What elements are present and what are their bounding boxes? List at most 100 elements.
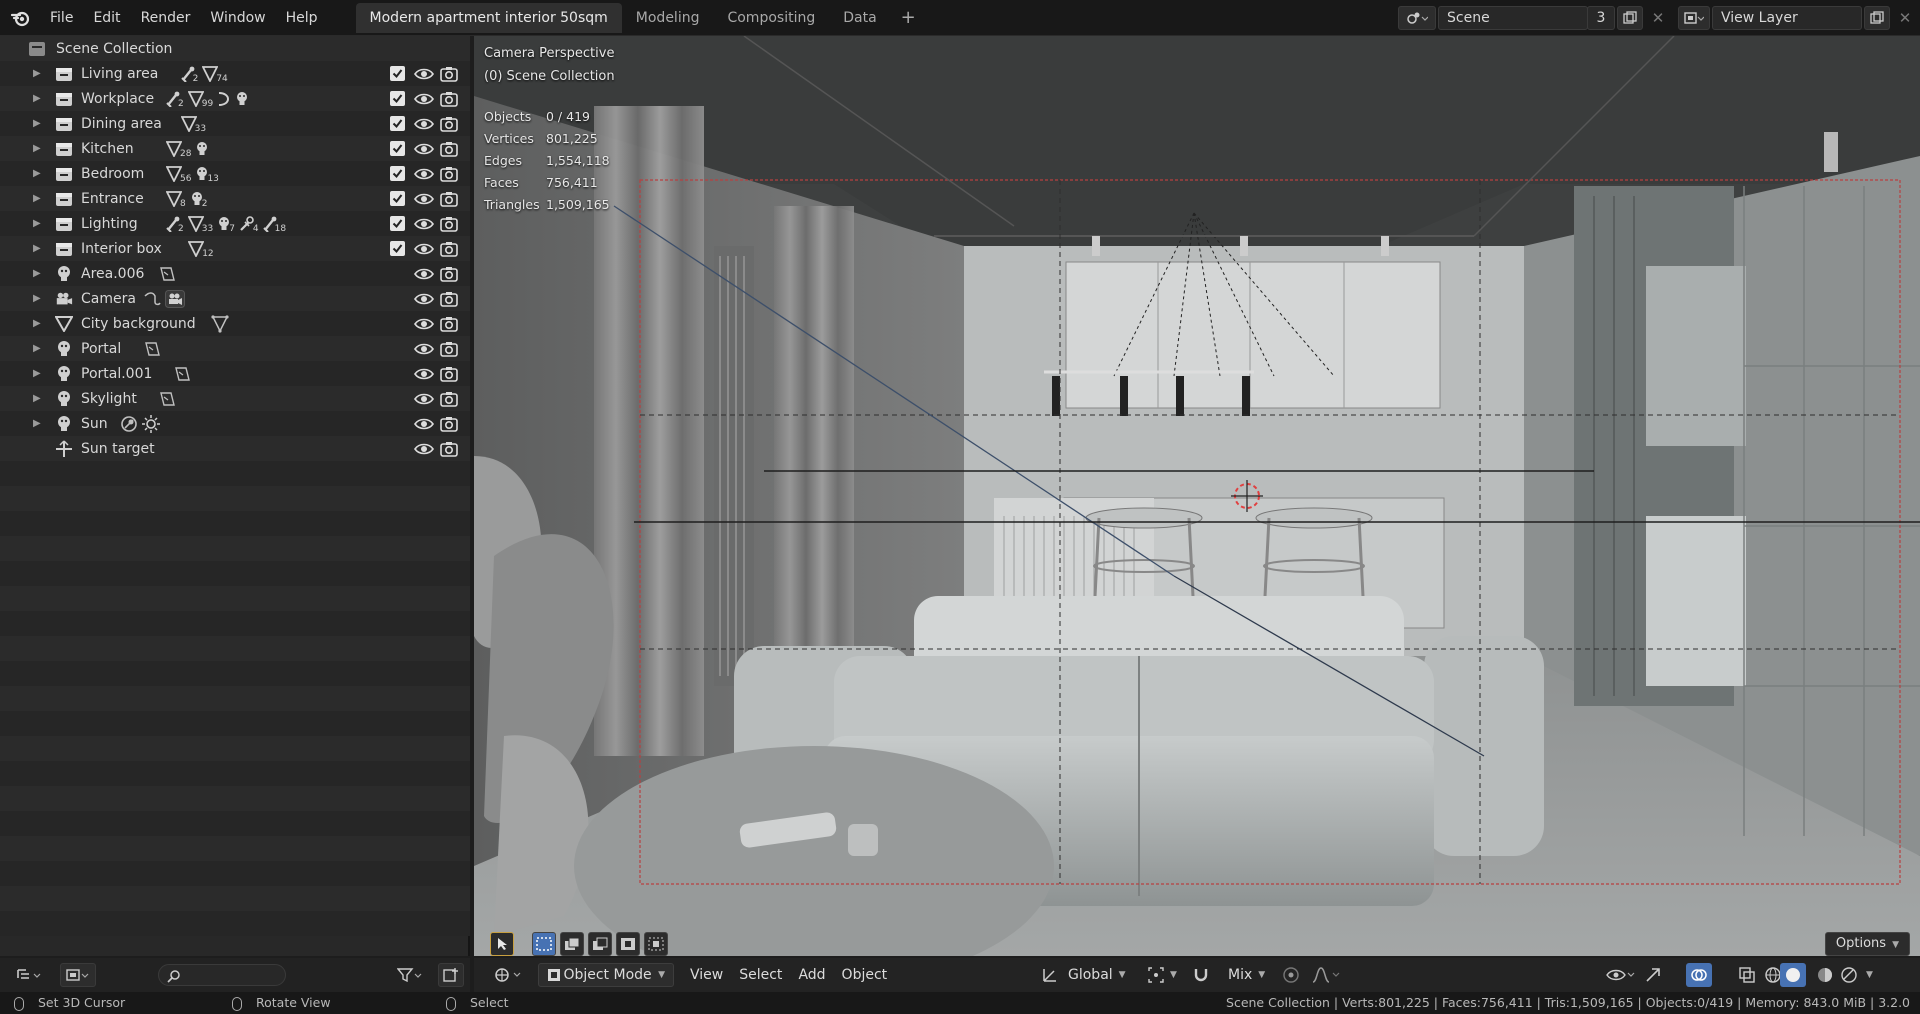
render-camera-icon[interactable] — [440, 216, 458, 232]
proportional-editing-toggle[interactable] — [1274, 963, 1308, 987]
select-extend-button[interactable] — [560, 932, 584, 956]
eye-icon[interactable] — [414, 241, 434, 257]
delete-view-layer-button[interactable]: ✕ — [1892, 6, 1918, 30]
outliner-search-input[interactable] — [158, 964, 286, 986]
mesh-icon[interactable]: 12 — [188, 240, 214, 259]
constraint-icon[interactable] — [143, 291, 161, 307]
armature-icon[interactable]: 2 — [180, 66, 198, 84]
add-workspace-button[interactable]: + — [891, 7, 926, 28]
mesh-icon[interactable]: 28 — [166, 140, 191, 159]
render-camera-icon[interactable] — [440, 166, 458, 182]
gizmo-toggle[interactable] — [1636, 963, 1670, 987]
tab-modeling[interactable]: Modeling — [622, 3, 714, 33]
light-icon[interactable]: 7 — [217, 216, 235, 234]
exclude-checkbox[interactable] — [390, 166, 405, 181]
eye-icon[interactable] — [414, 266, 434, 282]
expand-arrow-icon[interactable]: ▶ — [33, 118, 41, 129]
object-mode-dropdown[interactable]: Object Mode ▼ — [538, 963, 674, 987]
shading-options-dropdown[interactable]: ▼ — [1858, 963, 1881, 987]
blender-logo-icon[interactable] — [0, 0, 40, 36]
tab-modern-apartment[interactable]: Modern apartment interior 50sqm — [355, 2, 622, 33]
viewport-options-button[interactable]: Options ▼ — [1824, 932, 1910, 956]
light-icon[interactable] — [235, 91, 249, 107]
tab-data[interactable]: Data — [829, 3, 890, 33]
expand-arrow-icon[interactable]: ▶ — [33, 318, 41, 329]
new-collection-button[interactable] — [438, 963, 464, 987]
menu-edit[interactable]: Edit — [83, 0, 130, 36]
select-new-button[interactable] — [532, 932, 556, 956]
expand-arrow-icon[interactable]: ▶ — [33, 168, 41, 179]
sun-icon[interactable] — [141, 414, 160, 433]
render-camera-icon[interactable] — [440, 366, 458, 382]
expand-arrow-icon[interactable]: ▶ — [33, 93, 41, 104]
outliner-row[interactable]: ▶ Lighting 2 33 7 4 18 — [0, 211, 470, 236]
light-icon[interactable]: 2 — [190, 191, 207, 209]
outliner-root-row[interactable]: Scene Collection — [0, 36, 470, 61]
overlays-toggle[interactable] — [1686, 963, 1712, 987]
outliner-row[interactable]: ▶ Camera — [0, 286, 470, 311]
view-layer-browse-button[interactable] — [1678, 6, 1710, 30]
armature-icon[interactable]: 2 — [166, 216, 184, 234]
menu-object[interactable]: Object — [834, 963, 896, 987]
curve-icon[interactable] — [217, 91, 231, 107]
mesh-icon[interactable]: 74 — [202, 65, 228, 84]
filter-button[interactable] — [392, 963, 428, 987]
menu-view[interactable]: View — [682, 963, 731, 987]
armature-icon[interactable]: 2 — [166, 91, 184, 109]
expand-arrow-icon[interactable]: ▶ — [33, 268, 41, 279]
outliner-row[interactable]: ▶ City background — [0, 311, 470, 336]
delete-scene-button[interactable]: ✕ — [1645, 6, 1671, 30]
exclude-checkbox[interactable] — [390, 141, 405, 156]
eye-icon[interactable] — [414, 291, 434, 307]
snap-target-dropdown[interactable]: Mix ▼ — [1220, 963, 1273, 987]
render-camera-icon[interactable] — [440, 116, 458, 132]
expand-arrow-icon[interactable]: ▶ — [33, 293, 41, 304]
exclude-checkbox[interactable] — [390, 91, 405, 106]
light-icon[interactable] — [195, 141, 209, 157]
snap-toggle[interactable] — [1184, 963, 1218, 987]
render-camera-icon[interactable] — [440, 241, 458, 257]
render-camera-icon[interactable] — [440, 291, 458, 307]
expand-arrow-icon[interactable]: ▶ — [33, 243, 41, 254]
camera-data-icon[interactable] — [164, 289, 185, 308]
expand-arrow-icon[interactable]: ▶ — [33, 343, 41, 354]
menu-select[interactable]: Select — [731, 963, 790, 987]
render-camera-icon[interactable] — [440, 66, 458, 82]
light-data-icon[interactable] — [158, 391, 176, 407]
select-invert-button[interactable] — [616, 932, 640, 956]
select-subtract-button[interactable] — [588, 932, 612, 956]
expand-arrow-icon[interactable]: ▶ — [33, 218, 41, 229]
view-layer-name-field[interactable]: View Layer — [1712, 6, 1862, 30]
hook-icon[interactable]: 4 — [239, 215, 259, 234]
eye-icon[interactable] — [414, 316, 434, 332]
eye-icon[interactable] — [414, 91, 434, 107]
render-camera-icon[interactable] — [440, 141, 458, 157]
expand-arrow-icon[interactable]: ▶ — [33, 418, 41, 429]
outliner-row[interactable]: ▶ Sun — [0, 411, 470, 436]
shading-solid-button[interactable] — [1780, 963, 1806, 987]
modifier-icon[interactable] — [120, 415, 138, 433]
outliner-row[interactable]: ▶ Bedroom 56 13 — [0, 161, 470, 186]
expand-arrow-icon[interactable]: ▶ — [33, 143, 41, 154]
outliner-row[interactable]: ▶ Portal — [0, 336, 470, 361]
mesh-icon[interactable]: 33 — [180, 115, 206, 134]
tweak-tool-button[interactable] — [490, 932, 514, 956]
render-camera-icon[interactable] — [440, 316, 458, 332]
light-data-icon[interactable] — [158, 266, 176, 282]
outliner-row[interactable]: ▶ Kitchen 28 — [0, 136, 470, 161]
outliner-row[interactable]: ▶ Living area 2 74 — [0, 61, 470, 86]
outliner-row[interactable]: ▶ Dining area 33 — [0, 111, 470, 136]
outliner-row[interactable]: ▶ Workplace 2 99 — [0, 86, 470, 111]
outliner-row[interactable]: ▶ Entrance 8 2 — [0, 186, 470, 211]
render-camera-icon[interactable] — [440, 91, 458, 107]
armature-icon[interactable]: 18 — [262, 216, 286, 234]
exclude-checkbox[interactable] — [390, 66, 405, 81]
tab-compositing[interactable]: Compositing — [713, 3, 829, 33]
eye-icon[interactable] — [414, 441, 434, 457]
menu-render[interactable]: Render — [131, 0, 201, 36]
eye-icon[interactable] — [414, 416, 434, 432]
expand-arrow-icon[interactable]: ▶ — [33, 68, 41, 79]
scene-name-field[interactable]: Scene — [1438, 6, 1588, 30]
render-camera-icon[interactable] — [440, 191, 458, 207]
expand-arrow-icon[interactable]: ▶ — [33, 393, 41, 404]
